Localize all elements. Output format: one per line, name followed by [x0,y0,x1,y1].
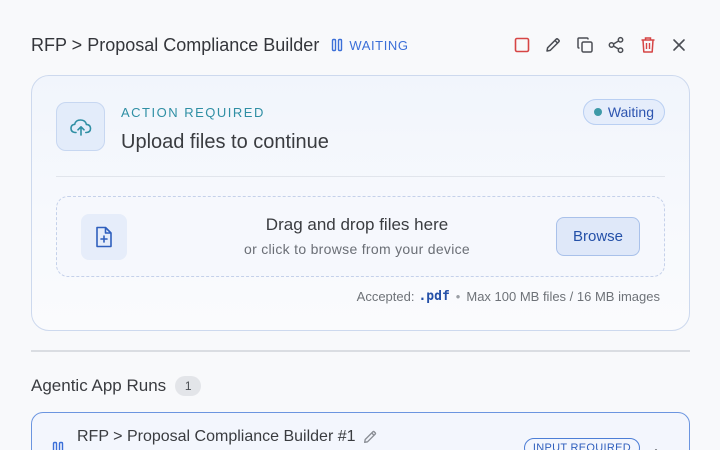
pencil-icon [546,38,560,52]
delete-button[interactable] [637,34,659,56]
file-add-icon [96,226,112,248]
action-title: Upload files to continue [121,131,329,153]
close-icon [673,39,685,51]
page-title: RFP > Proposal Compliance Builder [31,34,320,55]
run-item[interactable]: RFP > Proposal Compliance Builder #1 INP… [31,412,690,450]
run-status-badge: INPUT REQUIRED [523,438,640,450]
run-title: RFP > Proposal Compliance Builder #1 [77,428,356,445]
status-badge: Waiting [582,99,665,125]
status-badge-label: Waiting [607,104,654,120]
upload-card: ACTION REQUIRED Upload files to continue… [31,75,690,331]
dropzone-title: Drag and drop files here [265,215,449,234]
section-divider [31,350,690,352]
page-header: RFP > Proposal Compliance Builder WAITIN… [31,30,690,60]
upload-icon-container [56,102,105,151]
runs-heading: Agentic App Runs 1 [31,376,202,396]
cloud-upload-icon [69,118,91,136]
close-button[interactable] [668,34,690,56]
share-icon [608,36,624,54]
chevron-up-icon[interactable] [649,445,663,450]
edit-button[interactable] [542,34,564,56]
stop-button[interactable] [511,34,533,56]
browse-button[interactable]: Browse [556,217,640,256]
runs-title: Agentic App Runs [31,376,167,395]
size-limits: Max 100 MB files / 16 MB images [466,289,660,304]
separator-dot: • [455,289,461,304]
file-dropzone[interactable]: Drag and drop files here or click to bro… [56,196,665,277]
dropzone-subtitle: or click to browse from your device [243,241,471,257]
accepted-label: Accepted: [356,289,415,304]
status-indicator: WAITING [331,38,408,53]
divider [56,176,665,177]
runs-count-badge: 1 [175,376,202,396]
pause-icon [52,441,64,450]
file-add-icon-container [81,214,127,260]
pause-icon [332,38,343,52]
trash-icon [641,37,654,53]
stop-icon [514,37,529,53]
accepted-files-info: Accepted: .pdf • Max 100 MB files / 16 M… [357,289,660,304]
status-dot [593,108,602,116]
status-text: WAITING [349,37,409,53]
copy-icon [576,37,593,53]
pencil-icon[interactable] [362,429,378,445]
accepted-extension: .pdf [418,289,450,304]
duplicate-button[interactable] [574,34,596,56]
share-button[interactable] [605,34,627,56]
toolbar [501,34,690,56]
action-required-label: ACTION REQUIRED [121,105,265,120]
